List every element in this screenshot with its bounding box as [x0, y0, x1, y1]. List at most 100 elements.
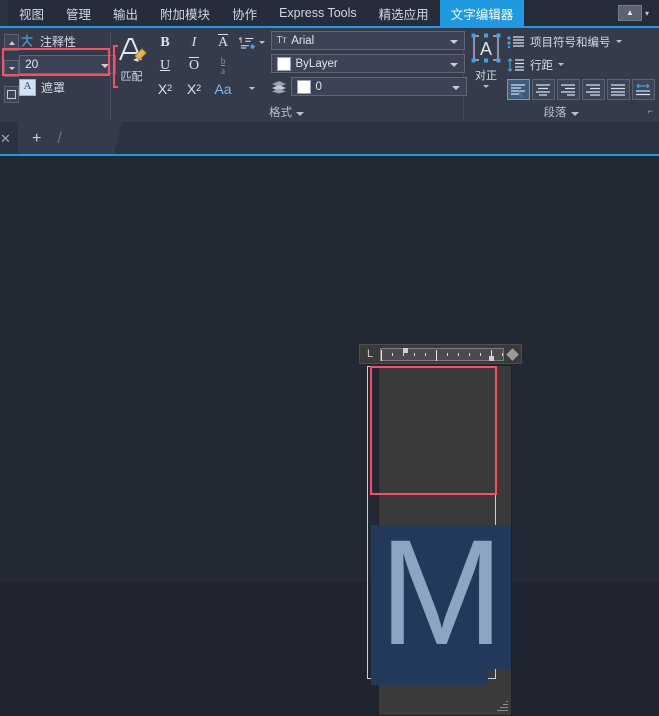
svg-text:A: A [480, 39, 492, 59]
panel-format-title-bar[interactable]: 格式 [111, 105, 463, 122]
panel-format: 匹配 B I A ¶ U O b a X 2 X 2 Aa Tт Arial B… [111, 28, 467, 122]
mask-icon: A [19, 78, 36, 96]
ribbon-tab-manage[interactable]: 管理 [55, 0, 102, 26]
layer-value: 0 [315, 80, 322, 93]
chevron-down-icon [451, 86, 460, 90]
align-left-button[interactable]: ¶ [507, 79, 530, 100]
line-spacing-icon [507, 57, 524, 72]
panel-paragraph-body: A 对正 项目符号和编号 行距 ¶ [463, 28, 659, 105]
stack-button[interactable]: ¶ [239, 32, 265, 53]
mask-label: 遮罩 [41, 80, 66, 95]
change-case-caret[interactable] [239, 78, 265, 99]
align-center-button[interactable] [532, 79, 555, 100]
tabbar-spacer [524, 0, 618, 26]
svg-text:¶: ¶ [518, 89, 522, 97]
text-height-combo[interactable]: 20 [19, 54, 116, 74]
text-height-value: 20 [25, 57, 39, 71]
tab-slash: / [57, 130, 62, 147]
ruler-width-handle[interactable] [506, 347, 519, 361]
align-spread-button[interactable] [632, 79, 655, 100]
workspace-switcher[interactable]: ▲ ▾ [617, 0, 649, 26]
line-spacing-button[interactable]: 行距 [507, 54, 655, 75]
alignment-button-group: ¶ [507, 79, 655, 100]
annotative-toggle[interactable]: 注释性 [19, 31, 116, 51]
ribbon-tab-express-tools[interactable]: Express Tools [268, 0, 368, 26]
justify-button[interactable]: A 对正 [467, 31, 505, 88]
justify-icon: A [471, 33, 501, 63]
ribbon-tab-text-editor[interactable]: 文字编辑器 [439, 0, 525, 26]
panel-format-title: 格式 [269, 107, 292, 119]
drawing-canvas[interactable]: L M [0, 156, 659, 716]
bullets-numbering-button[interactable]: 项目符号和编号 [507, 31, 655, 52]
superscript-button[interactable]: X2 [152, 78, 178, 99]
panel-style-body: 注释性 20 A 遮罩 [0, 28, 116, 122]
style-rows: 注释性 20 A 遮罩 [17, 31, 116, 97]
paragraph-dialog-launcher[interactable]: ⌐ [648, 103, 653, 120]
text-editor-ruler[interactable]: L [359, 344, 522, 364]
align-right-icon [561, 83, 575, 96]
panel-style: 注释性 20 A 遮罩 [0, 28, 116, 122]
layer-combo[interactable]: 0 [290, 77, 467, 96]
ribbon-tab-addins[interactable]: 附加模块 [149, 0, 221, 26]
align-justify-button[interactable] [582, 79, 605, 100]
match-properties-label: 匹配 [120, 71, 143, 83]
chevron-down-icon [259, 41, 265, 44]
right-indent-marker[interactable] [489, 355, 494, 361]
strikethrough-button[interactable]: A [210, 32, 236, 53]
bold-button[interactable]: B [152, 32, 178, 53]
color-swatch [276, 56, 291, 71]
subscript-base: X [186, 80, 197, 97]
mtext-content[interactable]: M [371, 515, 511, 675]
ribbon-tab-output[interactable]: 输出 [102, 0, 149, 26]
chevron-down-icon [449, 63, 458, 67]
underline-button[interactable]: U [152, 55, 178, 76]
ribbon-tab-collaborate[interactable]: 协作 [221, 0, 268, 26]
align-spread-icon [636, 83, 650, 95]
paragraph-controls: 项目符号和编号 行距 ¶ [507, 31, 655, 100]
ribbon-panel-area: 注释性 20 A 遮罩 匹配 B I A ¶ U O b a X 2 X 2 A… [0, 28, 659, 122]
bullets-icon [507, 35, 524, 48]
align-left-icon: ¶ [511, 83, 525, 97]
workspace-icon: ▲ [617, 5, 642, 21]
font-icon: Tт [276, 35, 287, 46]
bullets-numbering-label: 项目符号和编号 [530, 36, 611, 49]
style-mini-buttons [4, 31, 19, 103]
new-tab-button[interactable]: + / [18, 122, 122, 156]
format-fields: Tт Arial ByLayer 0 [270, 31, 467, 96]
svg-text:¶: ¶ [239, 37, 243, 44]
layer-color-swatch [296, 79, 311, 94]
align-right-button[interactable] [557, 79, 580, 100]
panel-paragraph-title-bar[interactable]: 段落 ⌐ [463, 105, 659, 122]
annotative-label: 注释性 [40, 34, 77, 49]
line-spacing-label: 行距 [530, 59, 553, 72]
align-distribute-button[interactable] [607, 79, 630, 100]
font-family-combo[interactable]: Tт Arial [270, 31, 465, 50]
subscript-idx: 2 [196, 83, 202, 93]
panel-format-body: 匹配 B I A ¶ U O b a X 2 X 2 Aa Tт Arial B… [111, 28, 467, 105]
match-properties-button[interactable]: 匹配 [115, 31, 149, 84]
first-line-indent-marker[interactable] [403, 347, 408, 353]
panel-paragraph-title: 段落 [543, 107, 567, 119]
align-justify-icon [586, 83, 600, 96]
close-icon[interactable]: ✕ [0, 131, 11, 147]
resize-grip[interactable] [496, 700, 508, 712]
ruler-track[interactable] [380, 347, 504, 361]
superscript-exp: 2 [167, 83, 173, 93]
overline-button[interactable]: O [181, 55, 207, 76]
fraction-button[interactable]: b a [210, 55, 236, 76]
layers-icon [271, 80, 286, 93]
font-family-value: Arial [291, 34, 315, 47]
document-tab-strip: ✕ + / [0, 122, 659, 156]
tab-stop-icon[interactable]: L [360, 345, 380, 363]
text-color-combo[interactable]: ByLayer [270, 54, 465, 73]
align-center-icon [536, 83, 550, 96]
chevron-down-icon [249, 87, 255, 90]
change-case-button[interactable]: Aa [210, 78, 236, 99]
justify-label: 对正 [475, 70, 497, 82]
mask-toggle[interactable]: A 遮罩 [19, 77, 116, 97]
ribbon-tab-view[interactable]: 视图 [8, 0, 55, 26]
italic-button[interactable]: I [181, 32, 207, 53]
ribbon-tab-featured-apps[interactable]: 精选应用 [368, 0, 440, 26]
subscript-button[interactable]: X2 [181, 78, 207, 99]
stack-icon: ¶ [239, 37, 255, 49]
